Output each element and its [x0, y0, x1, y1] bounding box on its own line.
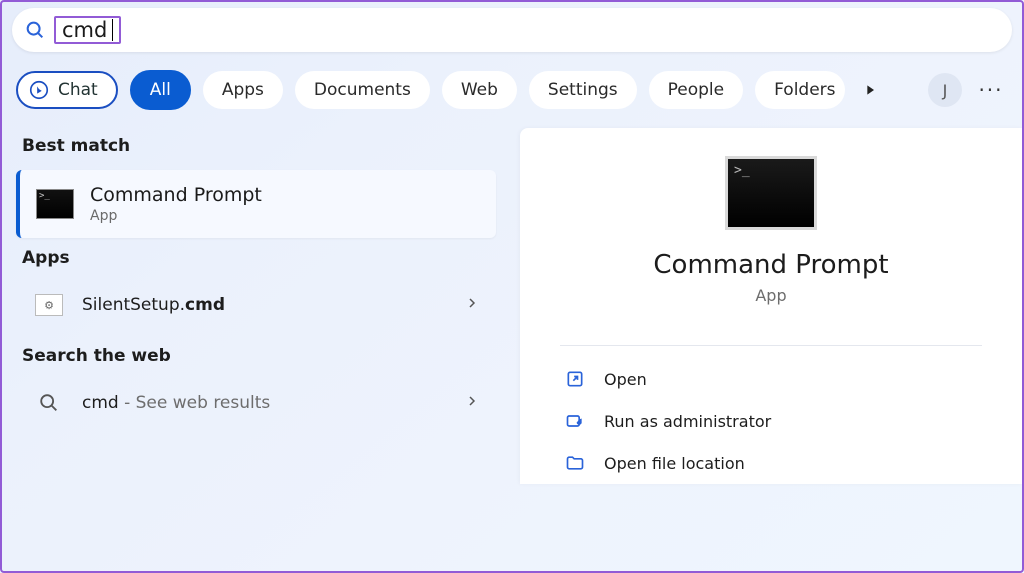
result-title: Command Prompt [90, 184, 262, 206]
results-area: Best match Command Prompt App Apps ⚙ Sil… [2, 128, 1022, 484]
tab-label: Web [461, 80, 498, 100]
best-match-result[interactable]: Command Prompt App [16, 170, 496, 238]
more-options-button[interactable]: ··· [974, 73, 1008, 107]
action-label: Run as administrator [604, 412, 771, 431]
search-input[interactable] [62, 18, 112, 42]
tab-label: All [150, 80, 171, 100]
results-list: Best match Command Prompt App Apps ⚙ Sil… [16, 128, 496, 484]
open-icon [564, 368, 586, 390]
triangle-right-icon [862, 82, 878, 98]
section-heading-best-match: Best match [22, 136, 496, 156]
search-icon [22, 17, 48, 43]
result-subtitle: App [90, 208, 262, 224]
tab-label: Documents [314, 80, 411, 100]
chevron-right-icon [464, 295, 480, 315]
action-label: Open [604, 370, 647, 389]
tab-label: Apps [222, 80, 264, 100]
result-title: cmd - See web results [82, 393, 448, 413]
tab-label: Chat [58, 80, 98, 100]
tabs-scroll-right[interactable] [857, 77, 883, 103]
action-label: Open file location [604, 454, 745, 473]
divider [560, 345, 982, 346]
tab-label: Folders [774, 80, 835, 100]
tab-label: Settings [548, 80, 618, 100]
app-result-silentsetup[interactable]: ⚙ SilentSetup.cmd [16, 282, 496, 328]
tab-chat[interactable]: Chat [16, 71, 118, 109]
chevron-right-icon [464, 393, 480, 413]
text-caret [112, 19, 113, 41]
cmd-file-icon: ⚙ [32, 294, 66, 316]
detail-subtitle: App [755, 286, 786, 305]
tab-documents[interactable]: Documents [295, 71, 430, 109]
search-query-highlight [54, 16, 121, 44]
bing-chat-icon [28, 79, 50, 101]
detail-header: Command Prompt App [560, 156, 982, 305]
search-bar[interactable] [12, 8, 1012, 52]
tab-folders[interactable]: Folders [755, 71, 844, 109]
user-initial: J [943, 81, 948, 100]
action-open[interactable]: Open [560, 358, 982, 400]
section-heading-apps: Apps [22, 248, 496, 268]
action-run-as-admin[interactable]: Run as administrator [560, 400, 982, 442]
tab-settings[interactable]: Settings [529, 71, 637, 109]
detail-panel: Command Prompt App Open Run as administr… [520, 128, 1022, 484]
action-open-file-location[interactable]: Open file location [560, 442, 982, 484]
section-heading-web: Search the web [22, 346, 496, 366]
tab-all[interactable]: All [130, 70, 191, 110]
user-avatar[interactable]: J [928, 73, 962, 107]
search-icon [32, 392, 66, 414]
tab-web[interactable]: Web [442, 71, 517, 109]
folder-icon [564, 452, 586, 474]
tab-people[interactable]: People [649, 71, 743, 109]
command-prompt-icon [725, 156, 817, 230]
result-title: SilentSetup.cmd [82, 295, 448, 315]
tab-apps[interactable]: Apps [203, 71, 283, 109]
command-prompt-icon [36, 189, 74, 219]
tab-label: People [668, 80, 724, 100]
admin-shield-icon [564, 410, 586, 432]
ellipsis-icon: ··· [978, 78, 1003, 102]
filter-tabs: Chat All Apps Documents Web Settings Peo… [2, 52, 1022, 128]
web-result-cmd[interactable]: cmd - See web results [16, 380, 496, 426]
detail-title: Command Prompt [653, 250, 888, 280]
